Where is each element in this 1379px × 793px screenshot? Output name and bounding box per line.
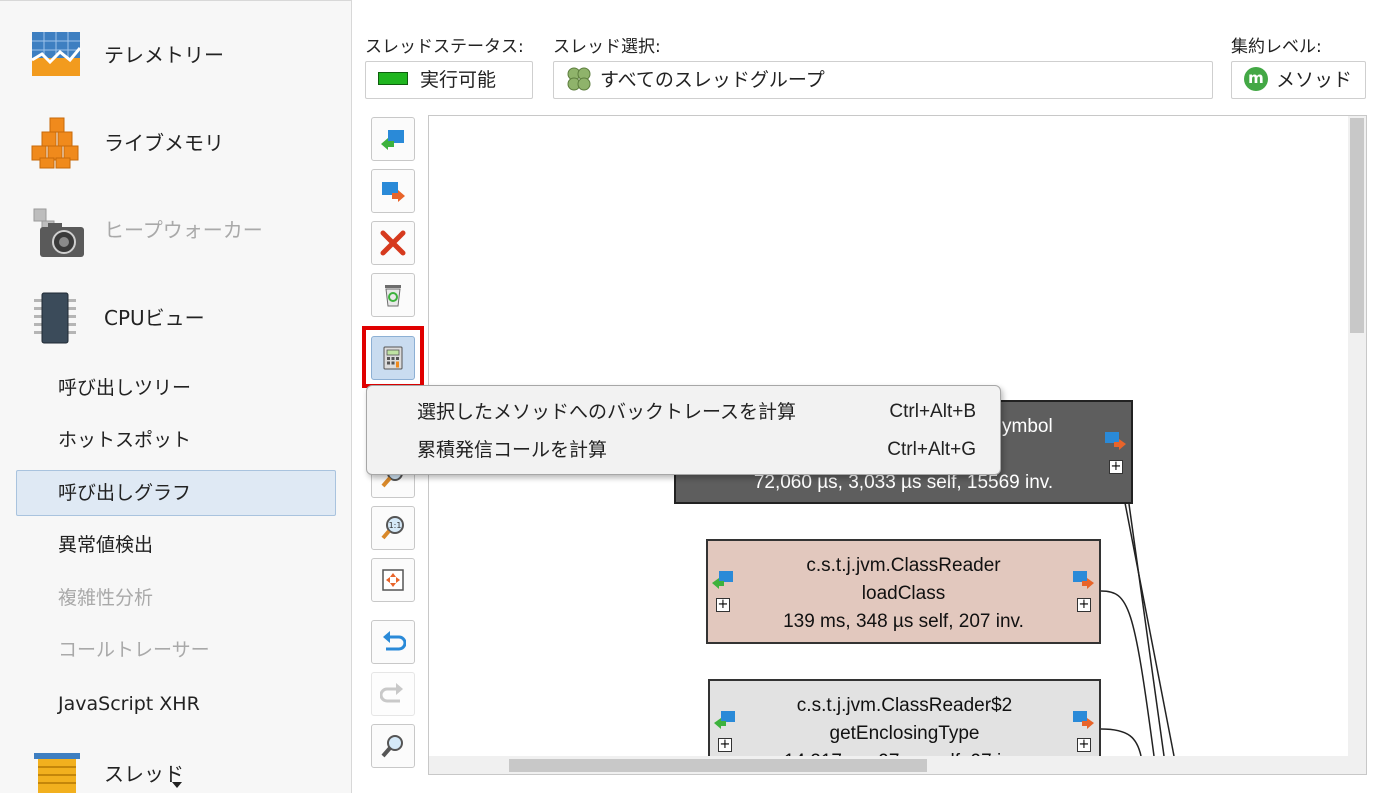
menu-item-calculate-outgoing-calls[interactable]: 累積発信コールを計算 Ctrl+Alt+G <box>367 431 1000 469</box>
expand-outgoing-icon[interactable] <box>1071 709 1095 731</box>
node-method-name: loadClass <box>861 583 946 604</box>
vertical-scrollbar[interactable] <box>1348 116 1366 758</box>
thread-status-value: 実行可能 <box>420 69 497 91</box>
scroll-down-icon[interactable] <box>172 782 182 788</box>
find-button[interactable] <box>371 724 415 768</box>
node-method-name: getEnclosingType <box>829 723 980 744</box>
threads-icon <box>34 753 80 793</box>
expand-node-icon[interactable]: + <box>1077 738 1091 752</box>
expand-outgoing-calls-button[interactable] <box>371 169 415 213</box>
expand-node-icon[interactable]: + <box>1077 598 1091 612</box>
zoom-reset-button[interactable]: 1:1 <box>371 506 415 550</box>
cpu-chip-icon <box>34 292 76 344</box>
undo-button[interactable] <box>371 620 415 664</box>
menu-item-label: 累積発信コールを計算 <box>417 439 608 461</box>
thread-selection-label: スレッド選択: <box>553 37 661 57</box>
expand-node-icon[interactable]: + <box>716 598 730 612</box>
expand-outgoing-icon[interactable] <box>1071 569 1095 591</box>
sidebar-item-hot-spots[interactable]: ホットスポット <box>16 417 336 463</box>
sidebar-item-complexity-analysis[interactable]: 複雑性分析 <box>16 575 336 621</box>
runnable-status-icon <box>378 72 408 85</box>
expand-outgoing-icon[interactable] <box>1103 430 1127 452</box>
calculate-popup-menu: 選択したメソッドへのバックトレースを計算 Ctrl+Alt+B 累積発信コールを… <box>366 385 1001 475</box>
expand-node-icon[interactable]: + <box>1109 460 1123 474</box>
sidebar-item-javascript-xhr[interactable]: JavaScript XHR <box>16 681 336 727</box>
sidebar-item-call-tracer[interactable]: コールトレーサー <box>16 627 336 673</box>
sidebar-item-cpu-views[interactable]: CPUビュー <box>0 283 351 353</box>
live-memory-blocks-icon <box>31 117 79 169</box>
sidebar-item-label: ライブメモリ <box>104 131 224 155</box>
horizontal-scrollbar[interactable] <box>429 756 1350 774</box>
undo-icon <box>383 631 406 651</box>
sidebar-item-label: テレメトリー <box>104 43 224 67</box>
highlight-frame <box>362 326 424 388</box>
expand-outgoing-calls-icon <box>382 182 405 202</box>
zoom-reset-icon: 1:1 <box>381 516 404 540</box>
find-icon <box>381 735 403 758</box>
call-graph-node[interactable]: c.s.t.j.jvm.ClassReader loadClass 139 ms… <box>706 539 1101 644</box>
node-timing: 139 ms, 348 µs self, 207 inv. <box>783 611 1024 632</box>
clear-graph-icon <box>385 285 401 307</box>
expand-incoming-calls-button[interactable] <box>371 117 415 161</box>
menu-item-shortcut: Ctrl+Alt+G <box>887 439 976 460</box>
thread-status-label: スレッドステータス: <box>365 37 524 57</box>
scrollbar-corner <box>1348 756 1366 774</box>
sidebar-item-call-graph[interactable]: 呼び出しグラフ <box>16 470 336 516</box>
sidebar-item-outlier-detection[interactable]: 異常値検出 <box>16 522 336 568</box>
remove-node-button[interactable] <box>371 221 415 265</box>
expand-node-icon[interactable]: + <box>718 738 732 752</box>
sidebar-item-call-tree[interactable]: 呼び出しツリー <box>16 365 336 411</box>
clear-graph-button[interactable] <box>371 273 415 317</box>
telemetry-chart-icon <box>31 32 82 76</box>
svg-text:1:1: 1:1 <box>389 521 402 530</box>
thread-selection-dropdown[interactable]: すべてのスレッドグループ <box>553 61 1213 99</box>
fit-content-button[interactable] <box>371 558 415 602</box>
thread-status-dropdown[interactable]: 実行可能 <box>365 61 533 99</box>
menu-item-shortcut: Ctrl+Alt+B <box>889 401 976 422</box>
sidebar-item-live-memory[interactable]: ライブメモリ <box>0 108 351 178</box>
redo-icon <box>380 683 403 703</box>
horizontal-scroll-thumb[interactable] <box>509 759 927 772</box>
sidebar: テレメトリー ライブメモリ ヒープウォーカー CPUビュー 呼び出しツリー ホッ… <box>0 0 352 793</box>
node-class-name: c.s.t.j.jvm.ClassReader <box>806 555 1001 576</box>
aggregation-level-label: 集約レベル: <box>1231 37 1322 57</box>
fit-content-icon <box>382 569 404 591</box>
remove-icon <box>380 230 406 256</box>
thread-selection-value: すべてのスレッドグループ <box>600 69 825 91</box>
sidebar-item-label: ヒープウォーカー <box>104 218 263 242</box>
heap-walker-camera-icon <box>33 208 84 257</box>
vertical-scroll-thumb[interactable] <box>1350 118 1364 333</box>
aggregation-level-dropdown[interactable]: m メソッド <box>1231 61 1366 99</box>
sidebar-item-label: CPUビュー <box>104 306 205 330</box>
thread-group-icon <box>567 67 591 90</box>
node-class-name: ymbol <box>1002 416 1053 437</box>
expand-incoming-calls-icon <box>381 130 404 150</box>
expand-incoming-icon[interactable] <box>713 709 737 731</box>
redo-button[interactable] <box>371 672 415 716</box>
expand-incoming-icon[interactable] <box>711 569 735 591</box>
menu-item-calculate-backtraces[interactable]: 選択したメソッドへのバックトレースを計算 Ctrl+Alt+B <box>367 393 1000 431</box>
node-class-name: c.s.t.j.jvm.ClassReader$2 <box>796 695 1013 716</box>
menu-item-label: 選択したメソッドへのバックトレースを計算 <box>417 401 797 423</box>
sidebar-item-telemetry[interactable]: テレメトリー <box>0 20 351 90</box>
sidebar-item-heap-walker[interactable]: ヒープウォーカー <box>0 195 351 265</box>
aggregation-level-value: メソッド <box>1276 69 1353 91</box>
method-level-icon: m <box>1244 66 1268 91</box>
